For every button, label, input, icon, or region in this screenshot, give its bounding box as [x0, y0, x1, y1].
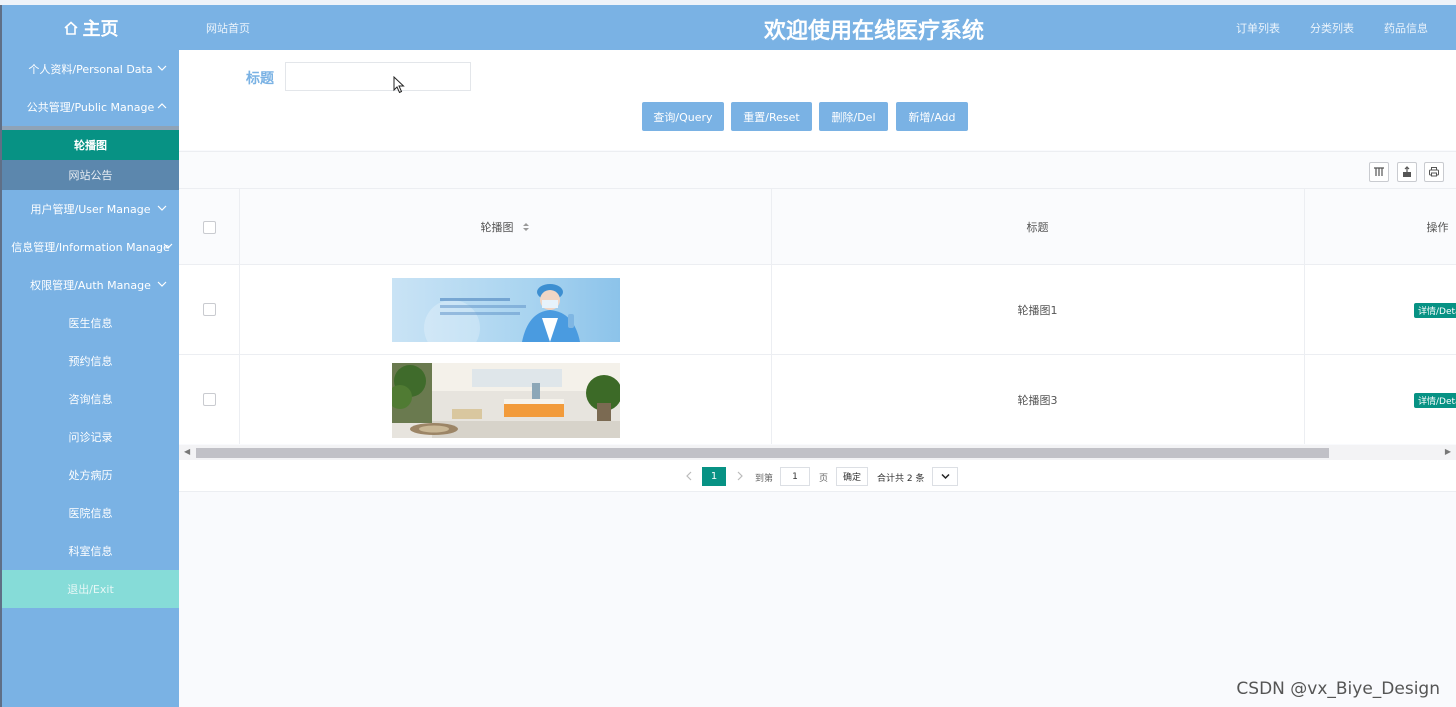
select-all-checkbox[interactable]: [202, 220, 216, 234]
row-checkbox-cell: [179, 355, 239, 444]
scroll-thumb[interactable]: [196, 448, 1329, 458]
sidebar-item-prescription[interactable]: 处方病历: [2, 456, 179, 494]
columns-icon: [1374, 167, 1384, 176]
goto-confirm-button[interactable]: 确定: [836, 467, 868, 486]
site-title-text: 欢迎使用在线医疗系统: [763, 19, 984, 44]
sidebar-item-label: 信息管理/Information Manage: [11, 241, 170, 254]
mouse-cursor-icon: [393, 76, 405, 94]
export-icon: [1403, 166, 1411, 177]
prev-page-icon[interactable]: [685, 471, 693, 481]
sidebar-item-doctor-info[interactable]: 医生信息: [2, 304, 179, 342]
horizontal-scrollbar[interactable]: ◀ ▶: [179, 445, 1456, 460]
details-button[interactable]: 详情/Details: [1414, 393, 1456, 408]
row-checkbox[interactable]: [202, 393, 216, 406]
column-header-image[interactable]: 轮播图: [239, 189, 771, 265]
sidebar-sub-carousel[interactable]: 轮播图: [2, 130, 179, 160]
sidebar-exit-button[interactable]: 退出/Exit: [2, 570, 179, 608]
row-title: 轮播图1: [1017, 303, 1058, 317]
search-label: 标题: [246, 71, 274, 87]
top-link-categories[interactable]: 分类列表: [1310, 20, 1354, 36]
chevron-up-icon: [157, 103, 167, 109]
columns-filter-button[interactable]: [1369, 162, 1389, 182]
total-count: 合计共 2 条: [877, 474, 925, 484]
sort-icon[interactable]: [522, 222, 530, 232]
top-header: 主页 网站首页 欢迎使用在线医疗系统 订单列表 分类列表 药品信息: [2, 5, 1456, 50]
carousel-image-doctor[interactable]: [392, 278, 620, 342]
table-row: 轮播图3 详情/Details: [179, 355, 1456, 444]
main-content: 标题 查询/Query 重置/Reset 删除/Del 新增/Add 轮播图 标…: [179, 50, 1456, 707]
sidebar-item-information-manage[interactable]: 信息管理/Information Manage: [2, 228, 179, 266]
sidebar-item-label: 个人资料/Personal Data: [28, 63, 153, 76]
sidebar-item-diagnosis-records[interactable]: 问诊记录: [2, 418, 179, 456]
row-checkbox[interactable]: [202, 303, 216, 316]
top-link-orders[interactable]: 订单列表: [1236, 20, 1280, 36]
page-size-select[interactable]: [932, 467, 958, 486]
table-toolbar: [179, 151, 1456, 188]
pagination: 1 到第 1 页 确定 合计共 2 条: [179, 460, 1456, 492]
scroll-left-icon[interactable]: ◀: [184, 447, 190, 456]
chevron-down-icon: [157, 205, 167, 211]
sidebar-item-auth-manage[interactable]: 权限管理/Auth Manage: [2, 266, 179, 304]
page-number-current[interactable]: 1: [702, 467, 726, 486]
row-title: 轮播图3: [1017, 393, 1058, 407]
chevron-down-icon: [157, 281, 167, 287]
data-table: 轮播图 标题 操作 轮播图1 详情/Det 轮播图3 详情/Det: [179, 188, 1456, 444]
carousel-image-hospital-lobby[interactable]: [392, 363, 620, 438]
table-row: 轮播图1 详情/Details: [179, 265, 1456, 355]
sidebar-item-appointment-info[interactable]: 预约信息: [2, 342, 179, 380]
top-links: 订单列表 分类列表 药品信息: [1236, 20, 1428, 36]
print-button[interactable]: [1424, 162, 1444, 182]
chevron-down-icon: [157, 65, 167, 71]
delete-button[interactable]: 删除/Del: [819, 102, 888, 131]
sidebar-item-user-manage[interactable]: 用户管理/User Manage: [2, 190, 179, 228]
goto-prefix: 到第: [755, 474, 774, 484]
sidebar-item-personal-data[interactable]: 个人资料/Personal Data: [2, 50, 179, 88]
column-header-image-label: 轮播图: [480, 221, 514, 234]
column-header-action: 操作: [1426, 221, 1449, 234]
next-page-icon[interactable]: [736, 471, 744, 481]
sidebar-item-label: 权限管理/Auth Manage: [30, 279, 151, 292]
sidebar-item-department-info[interactable]: 科室信息: [2, 532, 179, 570]
export-button[interactable]: [1397, 162, 1417, 182]
reset-button[interactable]: 重置/Reset: [731, 102, 812, 131]
sidebar: 个人资料/Personal Data 公共管理/Public Manage 轮播…: [2, 50, 179, 707]
search-bar: 标题 查询/Query 重置/Reset 删除/Del 新增/Add: [179, 50, 1456, 150]
search-title-input[interactable]: [285, 62, 471, 91]
sidebar-item-label: 用户管理/User Manage: [30, 203, 151, 216]
sidebar-sub-notice[interactable]: 网站公告: [2, 160, 179, 190]
row-checkbox-cell: [179, 265, 239, 354]
details-button[interactable]: 详情/Details: [1414, 303, 1456, 318]
chevron-down-icon: [163, 243, 173, 249]
table-header: 轮播图 标题 操作: [179, 188, 1456, 265]
goto-page-input[interactable]: 1: [780, 467, 810, 486]
column-header-title: 标题: [1026, 221, 1049, 234]
query-button[interactable]: 查询/Query: [642, 102, 724, 131]
scroll-right-icon[interactable]: ▶: [1445, 447, 1451, 456]
print-icon: [1429, 167, 1439, 177]
sidebar-item-consult-info[interactable]: 咨询信息: [2, 380, 179, 418]
chevron-down-icon: [940, 473, 950, 480]
add-button[interactable]: 新增/Add: [896, 102, 968, 131]
sidebar-item-public-manage[interactable]: 公共管理/Public Manage: [2, 88, 179, 130]
sidebar-item-label: 公共管理/Public Manage: [26, 101, 155, 114]
header-checkbox-cell: [179, 189, 239, 265]
sidebar-item-hospital-info[interactable]: 医院信息: [2, 494, 179, 532]
watermark: CSDN @vx_Biye_Design: [1236, 679, 1440, 699]
goto-suffix: 页: [819, 474, 829, 484]
top-link-drugs[interactable]: 药品信息: [1384, 20, 1428, 36]
